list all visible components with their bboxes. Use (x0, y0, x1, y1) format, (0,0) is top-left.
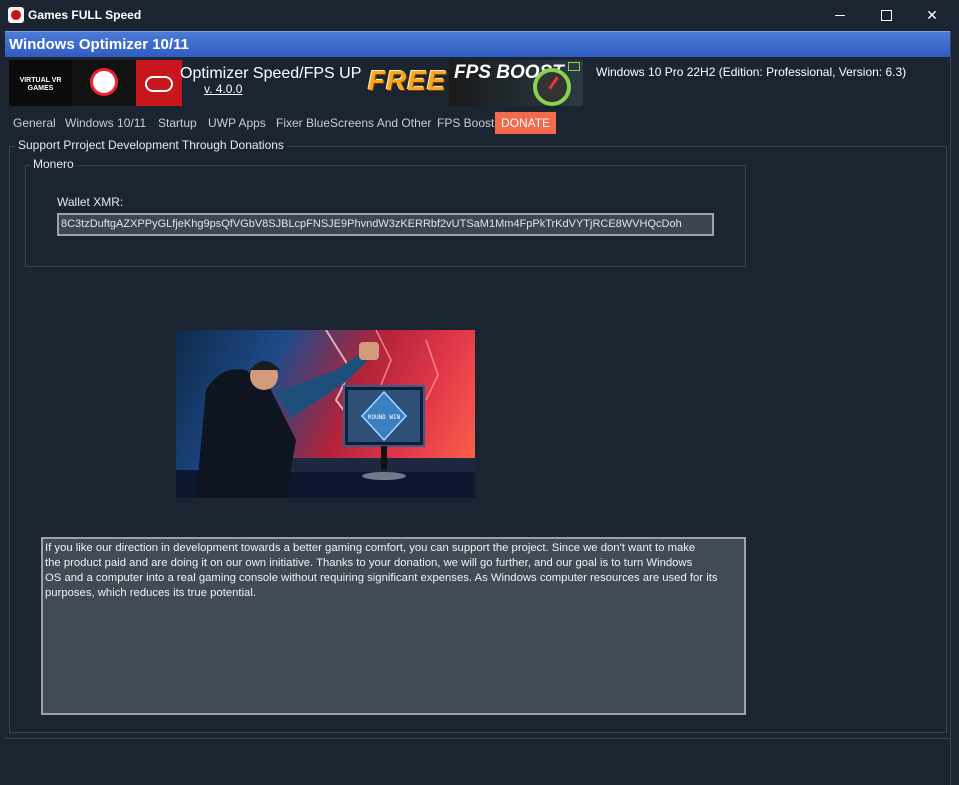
speedometer-icon (533, 68, 571, 106)
app-icon (8, 7, 24, 23)
app-header-title: Windows Optimizer 10/11 (9, 36, 189, 53)
version-link[interactable]: v. 4.0.0 (204, 82, 242, 96)
donation-group-label: Support Prroject Development Through Don… (15, 138, 287, 152)
tab-general[interactable]: General (7, 112, 62, 134)
minimize-button[interactable] (817, 0, 863, 31)
gamer-image: ROUND WIN (176, 330, 475, 498)
gamepad-logo (136, 60, 182, 106)
product-title: Optimizer Speed/FPS UP (180, 65, 362, 82)
racing-ring-icon (90, 68, 118, 96)
banner: VIRTUAL VR GAMES Optimizer Speed/FPS UP … (8, 58, 948, 108)
title-bar[interactable]: Games FULL Speed ✕ (0, 0, 959, 31)
window-title: Games FULL Speed (28, 8, 142, 22)
wallet-address-field[interactable]: 8C3tzDuftgAZXPPyGLfjeKhg9psQfVGbV8SJBLcp… (57, 213, 714, 236)
tab-windows-10-11[interactable]: Windows 10/11 (59, 112, 152, 134)
tab-fps-boost[interactable]: FPS Boost (431, 112, 500, 134)
status-divider (5, 738, 950, 739)
fps-boost-logo: FPS BOOST (449, 60, 583, 106)
gamepad-icon (145, 76, 173, 92)
tab-uwp-apps[interactable]: UWP Apps (202, 112, 272, 134)
wallet-label: Wallet XMR: (57, 195, 124, 209)
window-right-edge (950, 31, 959, 785)
vr-games-logo: VIRTUAL VR GAMES (9, 60, 72, 106)
monero-group-label: Monero (30, 157, 77, 171)
maximize-button[interactable] (863, 0, 909, 31)
fps-chip-icon (568, 62, 580, 71)
os-info: Windows 10 Pro 22H2 (Edition: Profession… (596, 65, 907, 79)
monitor-text: ROUND WIN (368, 414, 401, 421)
close-button[interactable]: ✕ (909, 0, 955, 31)
racing-logo (72, 60, 136, 106)
app-window: Games FULL Speed ✕ Windows Optimizer 10/… (0, 0, 959, 785)
free-badge: FREE (368, 65, 447, 96)
tab-startup[interactable]: Startup (152, 112, 203, 134)
tab-fixer-bluescreens[interactable]: Fixer BlueScreens And Other (270, 112, 437, 134)
description-textarea[interactable]: If you like our direction in development… (41, 537, 746, 715)
vr-logo-text: VIRTUAL VR GAMES (19, 77, 62, 92)
app-header: Windows Optimizer 10/11 (5, 31, 950, 57)
gamer-illustration: ROUND WIN (176, 330, 475, 498)
tab-donate[interactable]: DONATE (495, 112, 557, 134)
